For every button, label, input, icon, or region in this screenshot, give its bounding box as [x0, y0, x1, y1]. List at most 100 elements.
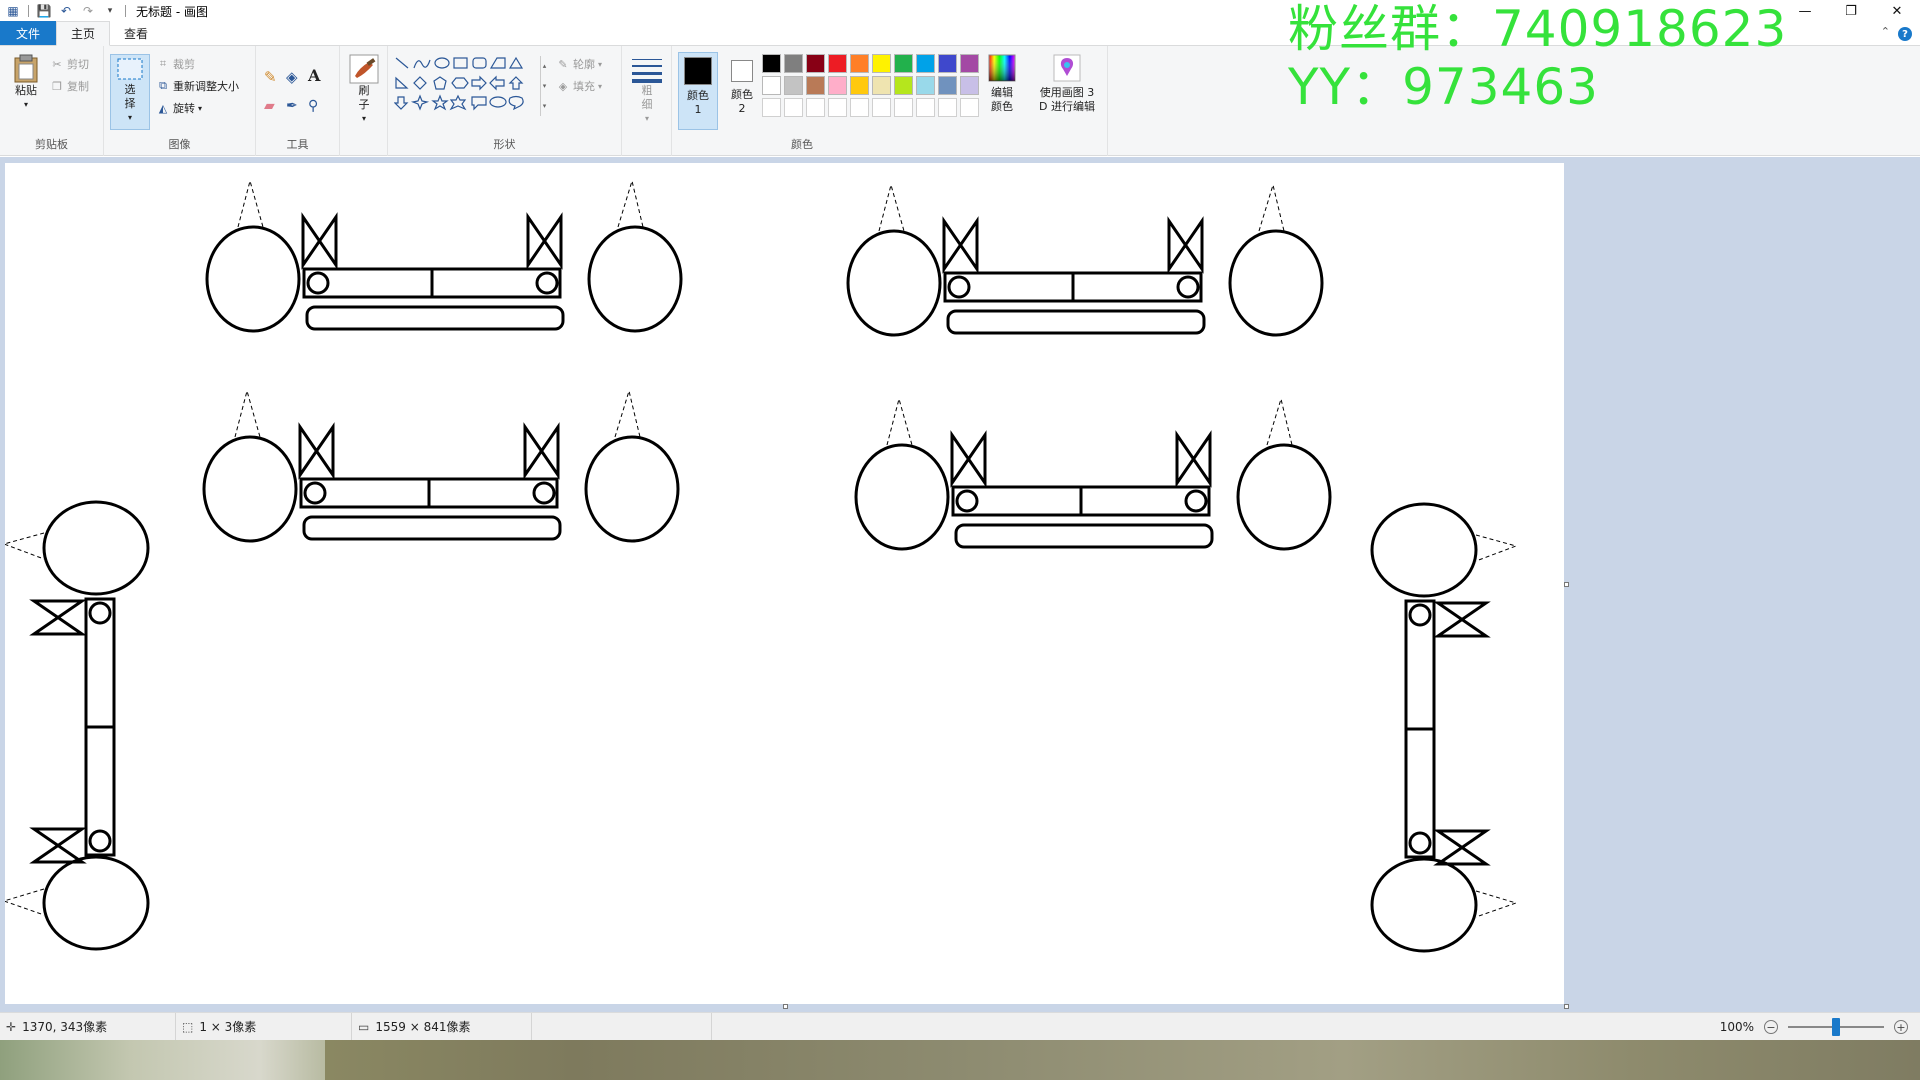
- resize-handle-bottom[interactable]: [783, 1004, 788, 1009]
- fill-button[interactable]: ◈ 填充 ▾: [556, 78, 602, 94]
- conveyor-roller-left: [306, 271, 330, 295]
- restore-button[interactable]: ❐: [1828, 0, 1874, 22]
- color-palette: [762, 54, 986, 120]
- color2-button[interactable]: 颜色 2: [722, 52, 762, 130]
- paste-button[interactable]: 粘贴 ▾: [6, 54, 46, 112]
- top-cone: [1475, 534, 1518, 562]
- conveyor-roller-left: [947, 275, 971, 299]
- rotate-button[interactable]: ◭ 旋转 ▾: [156, 100, 202, 116]
- bottom-valve: [1433, 829, 1491, 866]
- outline-button[interactable]: ✎ 轮廓 ▾: [556, 56, 602, 72]
- palette-swatch[interactable]: [850, 76, 869, 95]
- palette-swatch[interactable]: [916, 54, 935, 73]
- bottom-valve: [29, 827, 87, 864]
- crop-button[interactable]: ⌗ 裁剪: [156, 56, 195, 72]
- palette-swatch[interactable]: [850, 98, 869, 117]
- shapes-gallery[interactable]: [394, 56, 546, 116]
- cut-button[interactable]: ✂ 剪切: [50, 56, 89, 72]
- palette-swatch[interactable]: [828, 76, 847, 95]
- brushes-button[interactable]: 刷子 ▾: [344, 54, 384, 126]
- palette-swatch[interactable]: [784, 76, 803, 95]
- palette-swatch[interactable]: [850, 54, 869, 73]
- drawing-canvas[interactable]: [2, 163, 1564, 1004]
- palette-swatch[interactable]: [916, 76, 935, 95]
- conveyor-roller-left: [303, 481, 327, 505]
- paste-label: 粘贴: [15, 84, 37, 97]
- color1-button[interactable]: 颜色 1: [678, 52, 718, 130]
- minimize-button[interactable]: —: [1782, 0, 1828, 22]
- palette-swatch[interactable]: [828, 98, 847, 117]
- group-label-image: 图像: [168, 138, 191, 151]
- left-cone: [886, 397, 913, 446]
- palette-swatch[interactable]: [762, 76, 781, 95]
- palette-swatch[interactable]: [894, 76, 913, 95]
- palette-swatch[interactable]: [894, 98, 913, 117]
- tab-view[interactable]: 查看: [110, 21, 162, 45]
- resize-button[interactable]: ⧉ 重新调整大小: [156, 78, 239, 94]
- rotate-icon: ◭: [158, 101, 168, 115]
- help-icon[interactable]: ?: [1898, 27, 1912, 41]
- palette-swatch[interactable]: [762, 54, 781, 73]
- collapse-ribbon-icon[interactable]: ⌃: [1881, 25, 1890, 38]
- bottom-cone: [2, 888, 45, 916]
- vertical-unit: [1370, 502, 1518, 953]
- pencil-icon[interactable]: ✎: [264, 68, 277, 86]
- text-tool-icon[interactable]: A: [308, 66, 320, 85]
- color-spectrum-icon: [988, 54, 1016, 82]
- right-wheel: [584, 435, 680, 543]
- fill-bucket-icon[interactable]: ◈: [286, 68, 298, 86]
- palette-swatch[interactable]: [762, 98, 781, 117]
- bottom-cone: [1475, 890, 1518, 918]
- palette-swatch[interactable]: [784, 98, 803, 117]
- top-cone: [2, 532, 45, 560]
- save-icon[interactable]: 💾: [36, 3, 52, 19]
- zoom-slider-thumb[interactable]: [1832, 1018, 1840, 1036]
- customize-dropdown-icon[interactable]: ▾: [102, 3, 118, 19]
- group-label-shapes: 形状: [493, 138, 516, 151]
- zoom-slider[interactable]: [1788, 1018, 1884, 1036]
- palette-swatch[interactable]: [872, 98, 891, 117]
- left-valve: [942, 216, 979, 274]
- palette-swatch[interactable]: [828, 54, 847, 73]
- magnifier-icon[interactable]: ⚲: [308, 98, 318, 114]
- zoom-out-icon[interactable]: −: [1764, 1020, 1778, 1034]
- palette-swatch[interactable]: [872, 76, 891, 95]
- resize-handle-corner[interactable]: [1564, 1004, 1569, 1009]
- conveyor-roller-right: [535, 271, 559, 295]
- close-button[interactable]: ✕: [1874, 0, 1920, 22]
- base-bar: [302, 515, 562, 541]
- right-valve: [523, 422, 560, 480]
- redo-icon[interactable]: ↷: [80, 3, 96, 19]
- status-bar: ✛ 1370, 343像素 ⬚ 1 × 3像素 ▭ 1559 × 841像素 100%…: [0, 1012, 1920, 1041]
- palette-swatch[interactable]: [806, 98, 825, 117]
- top-valve: [29, 599, 87, 636]
- size-button[interactable]: 粗细 ▾: [628, 54, 666, 126]
- palette-swatch[interactable]: [806, 54, 825, 73]
- eraser-icon[interactable]: ▰: [264, 98, 275, 114]
- tab-home[interactable]: 主页: [56, 21, 111, 46]
- palette-swatch[interactable]: [916, 98, 935, 117]
- undo-icon[interactable]: ↶: [58, 3, 74, 19]
- paint3d-button[interactable]: 使用画图 3 D 进行编辑: [1032, 54, 1102, 114]
- palette-swatch[interactable]: [938, 76, 957, 95]
- palette-swatch[interactable]: [784, 54, 803, 73]
- palette-swatch[interactable]: [894, 54, 913, 73]
- palette-swatch[interactable]: [938, 98, 957, 117]
- palette-swatch[interactable]: [960, 54, 979, 73]
- zoom-in-icon[interactable]: +: [1894, 1020, 1908, 1034]
- color-picker-icon[interactable]: ✒: [286, 98, 298, 114]
- palette-swatch[interactable]: [938, 54, 957, 73]
- palette-swatch[interactable]: [960, 98, 979, 117]
- palette-swatch[interactable]: [872, 54, 891, 73]
- palette-swatch[interactable]: [806, 76, 825, 95]
- desktop-background-left: [0, 1040, 325, 1080]
- copy-button[interactable]: ❐ 复制: [50, 78, 89, 94]
- palette-swatch[interactable]: [960, 76, 979, 95]
- edit-colors-button[interactable]: 编辑颜色: [982, 54, 1022, 114]
- resize-handle-right[interactable]: [1564, 582, 1569, 587]
- shapes-scroll[interactable]: ▴ ▾ ▾: [540, 56, 548, 116]
- tab-file[interactable]: 文件: [0, 21, 57, 45]
- selection-size-icon: ⬚: [182, 1019, 194, 1034]
- select-button[interactable]: 选择 ▾: [110, 54, 150, 130]
- paint-app-icon[interactable]: ▦: [5, 3, 21, 19]
